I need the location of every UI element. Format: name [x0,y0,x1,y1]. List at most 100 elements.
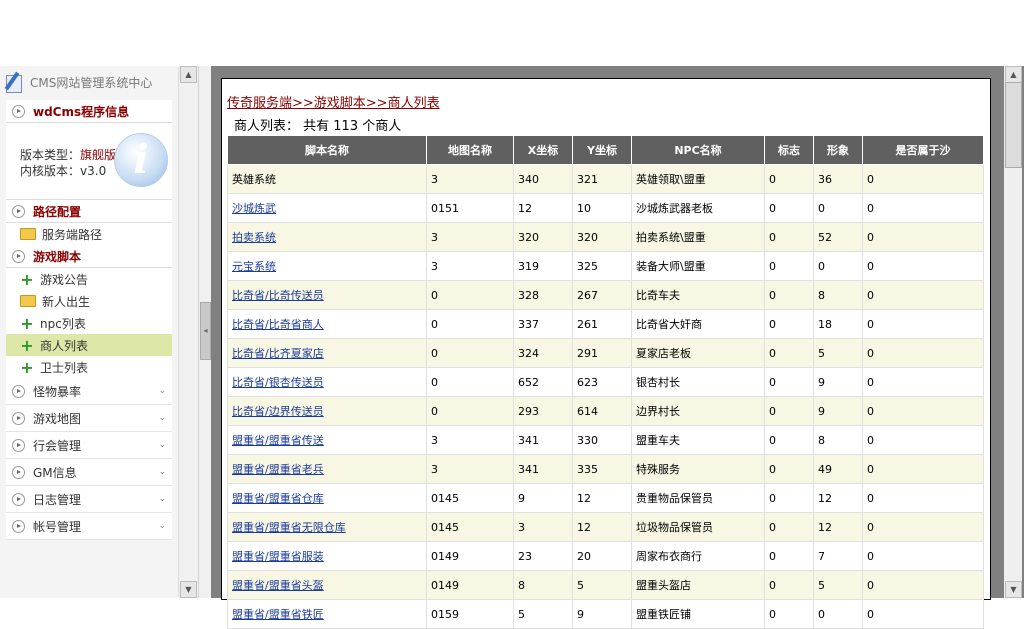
scroll-thumb[interactable] [1005,82,1022,168]
table-cell: 340 [513,164,573,194]
col-x[interactable]: X坐标 [513,135,573,165]
table-cell: 0 [862,280,984,310]
col-castle[interactable]: 是否属于沙 [862,135,984,165]
table-cell: 8 [813,425,863,455]
col-y[interactable]: Y坐标 [572,135,632,165]
table-cell: 3 [513,512,573,542]
plus-icon: + [20,357,34,377]
table-cell: 293 [513,396,573,426]
script-name-link[interactable]: 比奇省/银杏传送员 [227,367,427,397]
script-name-link[interactable]: 拍卖系统 [227,222,427,252]
sidebar: CMS网站管理系统中心 wdCms程序信息 版本类型：旗舰版 内核版本：v3.0… [0,66,199,598]
table-cell: 3 [426,222,514,252]
table-header-row: 脚本名称 地图名称 X坐标 Y坐标 NPC名称 标志 形象 是否属于沙 [227,135,984,165]
section-logs[interactable]: 日志管理 ⌄ [6,486,172,513]
table-row: 比奇省/边界传送员 0 293 614 边界村长 0 9 0 [227,396,984,426]
table-cell: 装备大师\盟重 [631,251,765,281]
collapse-handle-icon[interactable]: ◂ [200,302,211,360]
table-cell: 320 [572,222,632,252]
table-cell: 0 [813,251,863,281]
table-row: 比奇省/比齐夏家店 0 324 291 夏家店老板 0 5 0 [227,338,984,368]
script-name-link[interactable]: 元宝系统 [227,251,427,281]
arrow-circle-icon [12,492,25,506]
sidebar-scrollbar[interactable]: ▲ ▼ [178,66,197,598]
col-map-name[interactable]: 地图名称 [426,135,514,165]
script-name-link[interactable]: 盟重省/盟重省铁匠 [227,599,427,629]
merchant-count: 商人列表： 共有 113 个商人 [234,119,402,134]
table-cell: 0 [764,425,814,455]
sidebar-item-npc-list[interactable]: + npc列表 [6,312,172,334]
script-name-link[interactable]: 盟重省/盟重省头盔 [227,570,427,600]
table-cell: 341 [513,425,573,455]
sidebar-item-newbie[interactable]: 新人出生 [6,290,172,312]
panel-splitter[interactable]: ◂ [199,66,211,598]
table-cell: 0 [764,454,814,484]
sidebar-item-merchant-list[interactable]: + 商人列表 [6,334,172,356]
section-gm-info[interactable]: GM信息 ⌄ [6,459,172,486]
table-row: 拍卖系统 3 320 320 拍卖系统\盟重 0 52 0 [227,222,984,252]
script-name-link[interactable]: 盟重省/盟重省老兵 [227,454,427,484]
section-game-script[interactable]: 游戏脚本 [6,245,172,268]
table-cell: 12 [572,512,632,542]
table-row: 盟重省/盟重省老兵 3 341 335 特殊服务 0 49 0 [227,454,984,484]
col-npc-name[interactable]: NPC名称 [631,135,765,165]
table-cell: 0 [764,193,814,223]
table-cell: 335 [572,454,632,484]
script-name-link[interactable]: 盟重省/盟重省服装 [227,541,427,571]
breadcrumb[interactable]: 传奇服务端>>游戏脚本>>商人列表 [227,92,440,111]
sidebar-item-announcement[interactable]: + 游戏公告 [6,268,172,290]
section-monster-drop[interactable]: 怪物暴率 ⌄ [6,378,172,405]
table-cell: 0 [862,570,984,600]
table-cell: 0145 [426,483,514,513]
table-cell: 夏家店老板 [631,338,765,368]
table-cell: 0 [426,396,514,426]
version-info: 版本类型：旗舰版 内核版本：v3.0 i [6,123,172,200]
script-name-link[interactable]: 比奇省/比奇省商人 [227,309,427,339]
table-row: 盟重省/盟重省服装 0149 23 20 周家布衣商行 0 7 0 [227,541,984,571]
scroll-up-icon[interactable]: ▲ [180,66,197,83]
table-cell: 0 [862,222,984,252]
folder-icon [20,228,36,240]
script-name-link[interactable]: 沙城炼武 [227,193,427,223]
table-cell: 9 [813,396,863,426]
sidebar-title: CMS网站管理系统中心 [30,75,153,90]
script-name-link[interactable]: 比奇省/边界传送员 [227,396,427,426]
sidebar-item-server-path[interactable]: 服务端路径 [6,223,172,245]
section-info[interactable]: wdCms程序信息 [6,100,172,123]
kernel-version: v3.0 [80,164,107,178]
section-guild[interactable]: 行会管理 ⌄ [6,432,172,459]
table-cell: 盟重头盔店 [631,570,765,600]
section-accounts[interactable]: 帐号管理 ⌄ [6,513,172,540]
section-game-map[interactable]: 游戏地图 ⌄ [6,405,172,432]
script-name-link[interactable]: 比奇省/比奇传送员 [227,280,427,310]
script-name-link[interactable]: 盟重省/盟重省传送 [227,425,427,455]
table-cell: 0 [764,251,814,281]
table-cell: 0 [764,599,814,629]
col-flag[interactable]: 标志 [764,135,814,165]
table-cell: 5 [813,338,863,368]
chevron-down-icon: ⌄ [158,521,166,531]
script-name-link[interactable]: 盟重省/盟重省仓库 [227,483,427,513]
table-row: 盟重省/盟重省无限仓库 0145 3 12 垃圾物品保管员 0 12 0 [227,512,984,542]
table-cell: 614 [572,396,632,426]
script-name-link[interactable]: 盟重省/盟重省无限仓库 [227,512,427,542]
chevron-down-icon: ⌄ [158,467,166,477]
table-cell: 52 [813,222,863,252]
arrow-circle-icon [12,384,25,398]
table-cell: 0 [862,164,984,194]
col-appearance[interactable]: 形象 [813,135,863,165]
table-row: 比奇省/比奇传送员 0 328 267 比奇车夫 0 8 0 [227,280,984,310]
scroll-down-icon[interactable]: ▼ [1005,581,1022,598]
scroll-down-icon[interactable]: ▼ [180,581,197,598]
main-scrollbar[interactable]: ▲ ▼ [1004,66,1022,598]
main-area: 传奇服务端>>游戏脚本>>商人列表 商人列表： 共有 113 个商人 脚本名称 … [211,66,1024,629]
table-cell: 320 [513,222,573,252]
sidebar-item-guard-list[interactable]: + 卫士列表 [6,356,172,378]
col-script-name[interactable]: 脚本名称 [227,135,427,165]
scroll-up-icon[interactable]: ▲ [1005,66,1022,83]
table-cell: 8 [813,280,863,310]
section-path[interactable]: 路径配置 [6,200,172,223]
table-cell: 0149 [426,541,514,571]
script-name-link[interactable]: 比奇省/比齐夏家店 [227,338,427,368]
table-cell: 0 [862,193,984,223]
